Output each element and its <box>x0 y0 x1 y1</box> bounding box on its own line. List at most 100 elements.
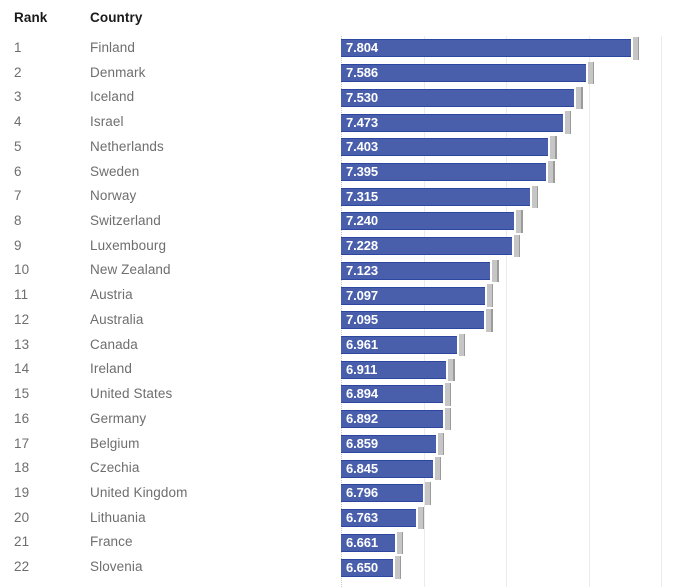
bar-value-label: 6.859 <box>346 435 379 451</box>
happiness-ranking-visualization: Rank Country 1 Finland 2 Denmark 3 Iceland 4 Is… <box>0 0 700 587</box>
bar-value-label: 6.661 <box>346 534 379 550</box>
bar-value-label: 7.097 <box>346 287 379 303</box>
bar-value-label: 7.095 <box>346 312 379 328</box>
cell-country: Ireland <box>90 361 132 377</box>
cell-country: United States <box>90 386 173 402</box>
bar-value-label: 7.228 <box>346 238 379 254</box>
bar-value-label: 7.240 <box>346 213 379 229</box>
cell-country: Iceland <box>90 89 135 105</box>
cell-rank: 9 <box>14 237 22 253</box>
cell-country: Israel <box>90 114 124 130</box>
cell-country: Czechia <box>90 460 140 476</box>
cell-rank: 20 <box>14 509 30 525</box>
bar-row[interactable]: 6.763 <box>341 506 661 531</box>
cell-country: Sweden <box>90 163 140 179</box>
cell-rank: 21 <box>14 534 30 550</box>
cell-rank: 16 <box>14 410 30 426</box>
bar-row[interactable]: 7.395 <box>341 160 661 185</box>
bar-value-label: 7.804 <box>346 40 379 56</box>
cell-rank: 8 <box>14 213 22 229</box>
cell-country: Denmark <box>90 64 146 80</box>
bar-row[interactable]: 7.228 <box>341 234 661 259</box>
cell-country: France <box>90 534 133 550</box>
bar-row[interactable]: 7.315 <box>341 184 661 209</box>
reference-marker-tip <box>453 358 455 382</box>
cell-rank: 15 <box>14 386 30 402</box>
bar[interactable] <box>341 39 631 58</box>
reference-marker-tip <box>536 185 539 208</box>
bar-value-label: 7.315 <box>346 188 379 204</box>
cell-country: Slovenia <box>90 559 143 575</box>
reference-marker-tip <box>555 136 557 159</box>
cell-rank: 10 <box>14 262 30 278</box>
bar-row[interactable]: 6.961 <box>341 333 661 358</box>
reference-marker-tip <box>422 506 425 530</box>
cell-rank: 3 <box>14 89 22 105</box>
bar-value-label: 7.530 <box>346 89 379 105</box>
bar-value-label: 7.123 <box>346 262 379 278</box>
bar-row[interactable]: 6.859 <box>341 432 661 457</box>
cell-rank: 14 <box>14 361 30 377</box>
cell-country: United Kingdom <box>90 484 188 500</box>
bar-row[interactable]: 7.586 <box>341 61 661 86</box>
cell-country: Austria <box>90 287 133 303</box>
cell-rank: 1 <box>14 40 22 55</box>
cell-rank: 12 <box>14 311 30 327</box>
reference-marker-tip <box>429 482 432 505</box>
bar-row[interactable]: 6.894 <box>341 382 661 407</box>
bar-value-label: 7.473 <box>346 114 379 130</box>
cell-rank: 11 <box>14 287 29 303</box>
bar-row[interactable]: 7.473 <box>341 110 661 135</box>
reference-marker-tip <box>463 333 466 357</box>
cell-rank: 5 <box>14 138 22 154</box>
gridline <box>661 36 662 587</box>
bar-row[interactable]: 6.796 <box>341 481 661 506</box>
cell-rank: 6 <box>14 163 22 179</box>
reference-marker-tip <box>439 457 442 480</box>
reference-marker-tip <box>581 86 583 110</box>
reference-marker-tip <box>521 210 523 233</box>
bar-row[interactable]: 7.403 <box>341 135 661 160</box>
bar-value-label: 7.403 <box>346 139 379 155</box>
bar-row[interactable]: 6.892 <box>341 407 661 432</box>
bar-value-label: 6.894 <box>346 386 379 402</box>
reference-marker-tip <box>449 383 452 406</box>
bar-row[interactable]: 7.097 <box>341 283 661 308</box>
reference-marker-tip <box>569 111 572 134</box>
bar-row[interactable]: 6.911 <box>341 357 661 382</box>
reference-marker-tip <box>449 407 452 431</box>
cell-rank: 22 <box>14 559 30 575</box>
cell-country: Norway <box>90 188 137 204</box>
column-header-rank[interactable]: Rank <box>14 0 47 36</box>
bar-value-label: 6.892 <box>346 411 379 427</box>
bar-row[interactable]: 6.661 <box>341 530 661 555</box>
table-header-row: Rank Country <box>0 0 700 36</box>
bar-row[interactable]: 6.845 <box>341 456 661 481</box>
cell-country: Switzerland <box>90 213 161 229</box>
cell-country: Belgium <box>90 435 140 451</box>
reference-marker-tip <box>401 531 404 555</box>
cell-rank: 4 <box>14 114 22 130</box>
cell-rank: 17 <box>14 435 30 451</box>
bar-value-label: 6.911 <box>346 361 378 377</box>
cell-country: New Zealand <box>90 262 171 278</box>
bar-row[interactable]: 7.095 <box>341 308 661 333</box>
bar-row[interactable]: 7.123 <box>341 258 661 283</box>
bar-value-label: 7.395 <box>346 163 379 179</box>
cell-rank: 19 <box>14 484 30 500</box>
reference-marker-tip <box>399 556 402 579</box>
bar-row[interactable]: 7.804 <box>341 36 661 61</box>
bar-row[interactable]: 6.650 <box>341 555 661 580</box>
reference-marker-tip <box>637 37 640 60</box>
cell-rank: 18 <box>14 460 30 476</box>
bar-value-label: 6.796 <box>346 485 379 501</box>
column-header-country[interactable]: Country <box>90 0 142 36</box>
cell-country: Canada <box>90 336 138 352</box>
bar-row[interactable]: 7.530 <box>341 85 661 110</box>
cell-country: Finland <box>90 40 135 55</box>
reference-marker-tip <box>442 432 445 456</box>
bar-row[interactable]: 7.240 <box>341 209 661 234</box>
bar-value-label: 6.961 <box>346 337 379 353</box>
bar-value-label: 6.650 <box>346 559 379 575</box>
reference-marker-tip <box>553 160 555 184</box>
